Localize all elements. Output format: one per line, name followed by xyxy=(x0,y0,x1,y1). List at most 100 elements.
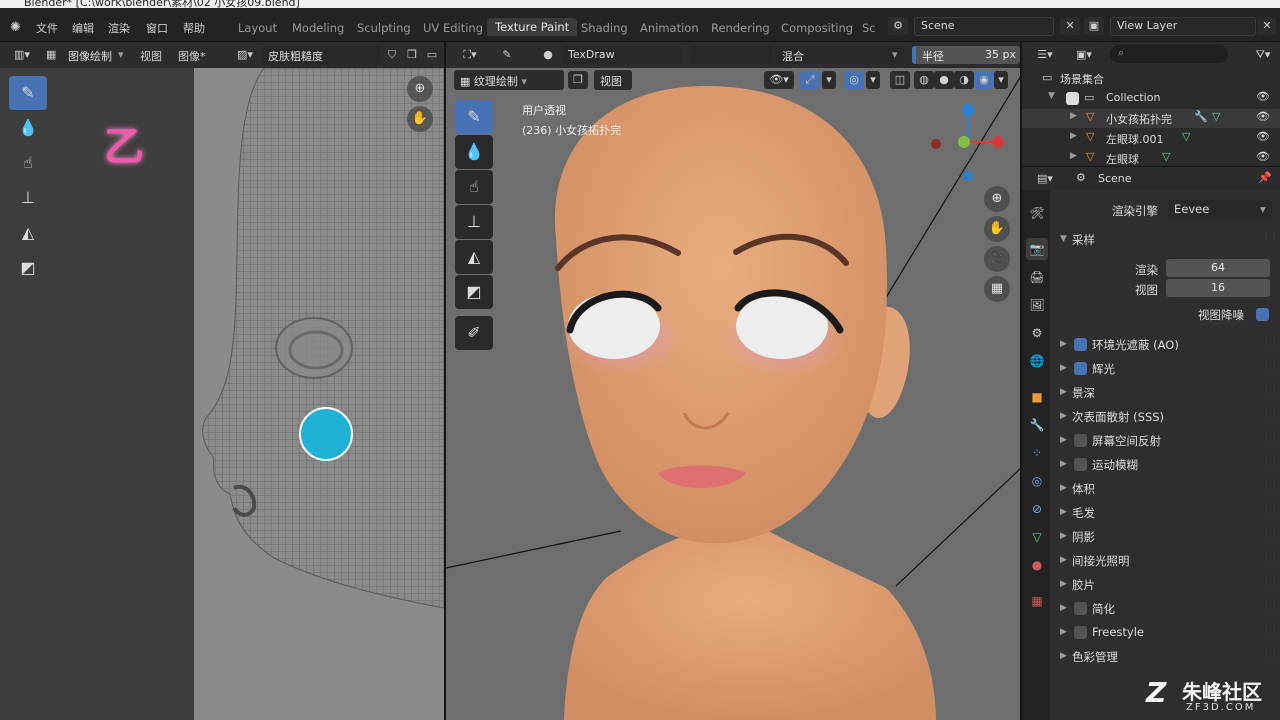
radius-slider[interactable]: 半径 35 px xyxy=(912,46,1020,64)
drag-handle-icon[interactable]: ⋮⋮ xyxy=(1262,434,1278,445)
view-layer-tab-icon[interactable]: 🖼 xyxy=(1026,294,1048,316)
include-checkbox[interactable] xyxy=(1066,92,1079,105)
pan-hand-icon[interactable]: ✋ xyxy=(407,106,433,132)
panel-header[interactable]: ▶ 胶片 ⋮⋮ xyxy=(1050,574,1280,596)
soften-tool-icon[interactable]: 💧 xyxy=(9,111,47,145)
draw-brush-tool-icon[interactable]: ✎ xyxy=(455,100,493,134)
visibility-eye-icon[interactable]: 👁 xyxy=(1256,130,1270,143)
close-scene-icon[interactable]: ✕ xyxy=(1060,17,1080,35)
close-view-layer-icon[interactable]: ✕ xyxy=(1258,17,1276,35)
particles-tab-icon[interactable]: ⁘ xyxy=(1026,442,1048,464)
viewport-mode-select[interactable]: ▦ 纹理绘制 ▾ xyxy=(454,70,564,90)
tab-compositing[interactable]: Compositing xyxy=(781,21,853,35)
solid-shading-icon[interactable]: ● xyxy=(934,71,954,89)
drag-handle-icon[interactable]: ⋮⋮ xyxy=(1262,338,1278,349)
expand-arrow-icon[interactable]: ▼ xyxy=(1048,91,1055,101)
drag-handle-icon[interactable]: ⋮⋮ xyxy=(1262,458,1278,469)
drag-handle-icon[interactable]: ⋮⋮ xyxy=(1262,386,1278,397)
panel-enable-checkbox[interactable] xyxy=(1074,602,1087,615)
editor-type-3d-icon[interactable]: ⛶▾ xyxy=(454,46,486,64)
panel-header[interactable]: ▶ 屏幕空间反射 ⋮⋮ xyxy=(1050,430,1280,452)
panel-enable-checkbox[interactable] xyxy=(1074,458,1087,471)
panel-header[interactable]: ▶ 阴影 ⋮⋮ xyxy=(1050,526,1280,548)
scene-tab-icon[interactable]: ⚙ xyxy=(1026,322,1048,344)
drag-handle-icon[interactable]: ⋮⋮ xyxy=(1262,554,1278,565)
smear-tool-icon[interactable]: ☝ xyxy=(455,170,493,204)
chevron-down-icon[interactable]: ▾ xyxy=(822,71,836,89)
new-image-icon[interactable]: ❐ xyxy=(402,46,422,64)
wireframe-shading-icon[interactable]: ◍ xyxy=(914,71,934,89)
xray-toggle-icon[interactable]: ◫ xyxy=(890,71,910,89)
drag-handle-icon[interactable]: ⋮⋮ xyxy=(1262,650,1278,661)
soften-tool-icon[interactable]: 💧 xyxy=(455,135,493,169)
zoom-icon[interactable]: ⊕ xyxy=(984,186,1010,212)
viewport-menu-view[interactable]: 视图 xyxy=(594,70,632,90)
tab-uv-editing[interactable]: UV Editing xyxy=(423,21,483,35)
tab-animation[interactable]: Animation xyxy=(640,21,699,35)
mask-tool-icon[interactable]: ◩ xyxy=(455,275,493,309)
mesh-data-tab-icon[interactable]: ▽ xyxy=(1026,526,1048,548)
rendered-shading-icon[interactable]: ◉ xyxy=(974,71,994,89)
expand-arrow-icon[interactable]: ▶ xyxy=(1060,627,1067,637)
expand-arrow-icon[interactable]: ▶ xyxy=(1060,507,1067,517)
render-samples-field[interactable]: 64 xyxy=(1166,259,1270,277)
expand-arrow-icon[interactable]: ▶ xyxy=(1060,411,1067,421)
annotate-tool-icon[interactable]: ✐ xyxy=(455,316,493,350)
physics-tab-icon[interactable]: ◎ xyxy=(1026,470,1048,492)
panel-header[interactable]: ▶ 毛发 ⋮⋮ xyxy=(1050,502,1280,524)
expand-arrow-icon[interactable]: ▶ xyxy=(1060,339,1067,349)
list-item[interactable]: ▶ ▽ 小女孩拓扑完 🔧 ▽ 👁 xyxy=(1022,109,1280,128)
fill-tool-icon[interactable]: ◭ xyxy=(9,216,47,250)
panel-enable-checkbox[interactable] xyxy=(1074,626,1087,639)
camera-view-icon[interactable]: 🎥 xyxy=(984,246,1010,272)
viewport-denoise-checkbox[interactable] xyxy=(1256,308,1269,321)
tab-modeling[interactable]: Modeling xyxy=(292,21,344,35)
modifier-tab-icon[interactable]: 🔧 xyxy=(1026,414,1048,436)
drag-handle-icon[interactable]: ⋮⋮ xyxy=(1262,626,1278,637)
paint-mask-icon[interactable]: ❐ xyxy=(568,71,588,89)
scene-selector[interactable]: Scene xyxy=(914,17,1054,36)
drag-handle-icon[interactable]: ⋮⋮ xyxy=(1262,506,1278,517)
drag-handle-icon[interactable]: ⋮⋮ xyxy=(1262,482,1278,493)
chevron-down-icon[interactable]: ▾ xyxy=(994,71,1008,89)
open-image-folder-icon[interactable]: ▭ xyxy=(422,46,442,64)
render-engine-select[interactable]: Eevee xyxy=(1168,200,1272,218)
view-layer-icon[interactable]: ▣ xyxy=(1084,17,1104,35)
expand-arrow-icon[interactable]: ▶ xyxy=(1060,579,1067,589)
fill-tool-icon[interactable]: ◭ xyxy=(455,240,493,274)
draw-brush-tool-icon[interactable]: ✎ xyxy=(9,76,47,110)
menu-help[interactable]: 帮助 xyxy=(183,20,205,36)
overlay-toggle-icon[interactable]: ◎ xyxy=(844,71,864,89)
expand-arrow-icon[interactable]: ▶ xyxy=(1060,387,1067,397)
drag-handle-icon[interactable]: ⋮⋮ xyxy=(1262,602,1278,613)
expand-arrow-icon[interactable]: ▶ xyxy=(1060,363,1067,373)
outliner-type-icon[interactable]: ☰▾ xyxy=(1030,46,1060,64)
3d-viewport[interactable]: ▦ 纹理绘制 ▾ ❐ 视图 👁▾ ⤢ ▾ ◎ ▾ ◫ ◍ ● ◑ ◉ ▾ ✎ 💧… xyxy=(446,68,1020,720)
blender-logo-icon[interactable]: ✺ xyxy=(10,20,21,35)
panel-enable-checkbox[interactable] xyxy=(1074,338,1087,351)
list-item[interactable]: ▼ ▭ Collection 👁 xyxy=(1022,89,1280,108)
editor-type-icon[interactable]: ▥▾ xyxy=(6,46,38,64)
tab-scripting[interactable]: Sc xyxy=(862,21,876,35)
object-tab-icon[interactable]: ■ xyxy=(1026,386,1048,408)
brush-icon[interactable]: ✎ xyxy=(494,46,520,64)
visibility-eye-icon[interactable]: 👁 xyxy=(1256,150,1270,163)
visibility-eye-icon[interactable]: 👁▾ xyxy=(764,71,794,89)
expand-arrow-icon[interactable]: ▶ xyxy=(1060,555,1067,565)
constraints-tab-icon[interactable]: ⊘ xyxy=(1026,498,1048,520)
image-editor-mode[interactable]: 图像绘制 xyxy=(68,48,112,64)
panel-header[interactable]: ▶ 间接光照明 ⋮⋮ xyxy=(1050,550,1280,572)
panel-enable-checkbox[interactable] xyxy=(1074,434,1087,447)
outliner-search-input[interactable]: ⌕ xyxy=(1110,45,1228,63)
list-item[interactable]: ▭ 场景集合 xyxy=(1022,69,1280,88)
texture-tab-icon[interactable]: ▦ xyxy=(1026,590,1048,612)
fake-user-shield-icon[interactable]: ⛉ xyxy=(382,46,402,64)
panel-header[interactable]: ▶ 景深 ⋮⋮ xyxy=(1050,382,1280,404)
render-tab-icon[interactable]: 📷 xyxy=(1026,238,1048,260)
perspective-grid-icon[interactable]: ▦ xyxy=(984,276,1010,302)
menu-edit[interactable]: 编辑 xyxy=(72,20,94,36)
clone-tool-icon[interactable]: ⊥ xyxy=(9,181,47,215)
menu-view[interactable]: 视图 xyxy=(140,48,162,64)
expand-arrow-icon[interactable]: ▶ xyxy=(1070,151,1077,161)
world-tab-icon[interactable]: 🌐 xyxy=(1026,350,1048,372)
